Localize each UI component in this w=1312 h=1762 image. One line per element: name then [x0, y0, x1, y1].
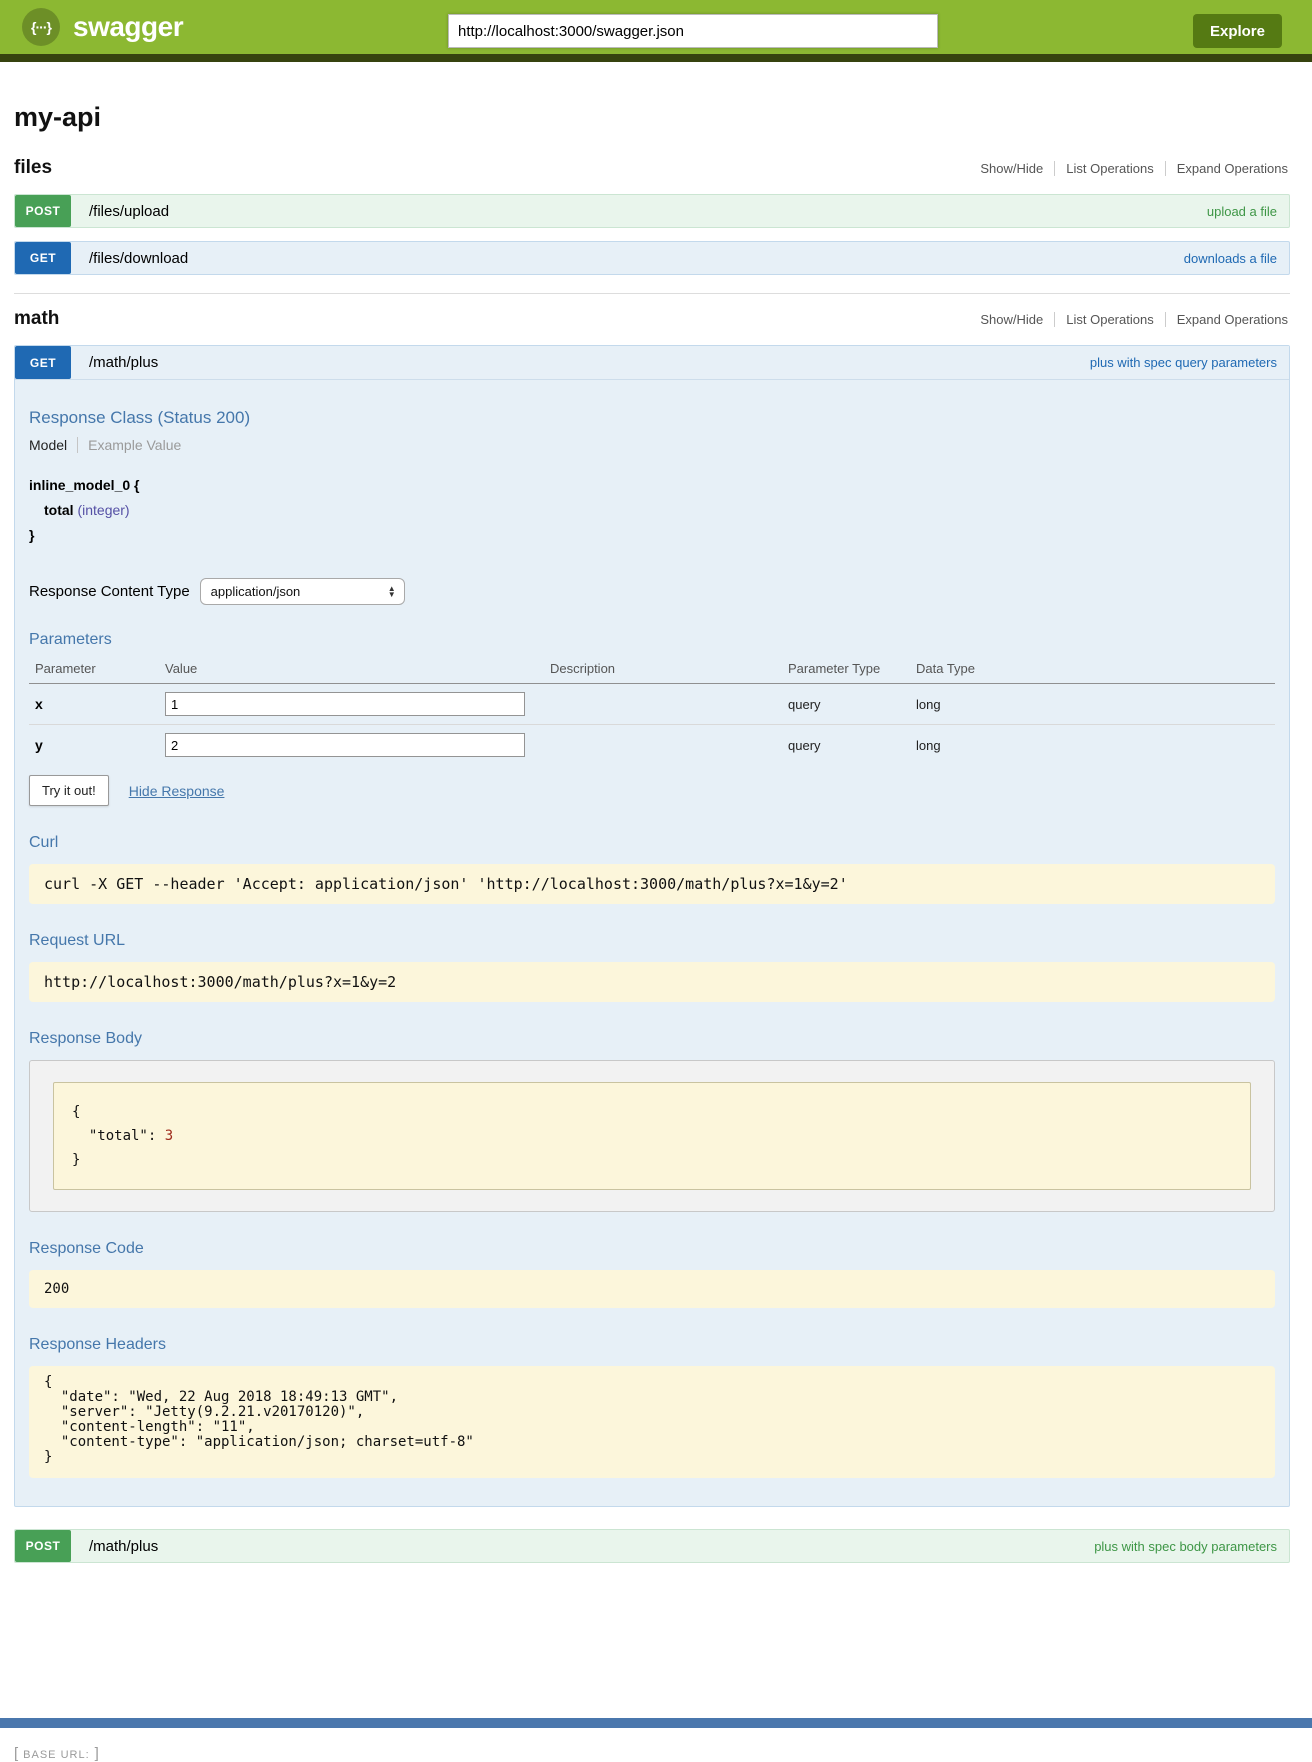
json-number-value: 3 [165, 1128, 173, 1144]
response-code-value: 200 [29, 1270, 1275, 1308]
parameters-heading: Parameters [29, 631, 1275, 649]
param-type: query [782, 684, 910, 725]
response-body-container: { "total": 3 } [29, 1060, 1275, 1212]
response-content-type-label: Response Content Type [29, 583, 190, 600]
bracket-close: ] [95, 1745, 99, 1762]
response-headers-heading: Response Headers [29, 1336, 1275, 1354]
param-type: query [782, 725, 910, 766]
curl-command: curl -X GET --header 'Accept: applicatio… [29, 864, 1275, 904]
method-badge-post: POST [15, 195, 71, 227]
model-close-line: } [29, 523, 1275, 548]
hide-response-link[interactable]: Hide Response [129, 783, 225, 799]
section-divider [14, 293, 1290, 294]
endpoint-summary-link[interactable]: plus with spec query parameters [1090, 355, 1277, 370]
param-x-input[interactable] [165, 692, 525, 716]
method-badge-get: GET [15, 346, 71, 379]
endpoint-row-post-math-plus[interactable]: POST /math/plus plus with spec body para… [14, 1529, 1290, 1563]
col-data-type: Data Type [910, 655, 1275, 684]
selected-content-type: application/json [211, 584, 301, 599]
page-title: my-api [14, 102, 1290, 133]
model-tabs: Model Example Value [29, 437, 1275, 453]
json-suffix: } [72, 1152, 80, 1168]
operation-detail: Response Class (Status 200) Model Exampl… [15, 408, 1289, 1506]
method-badge-get: GET [15, 242, 71, 274]
endpoint-path[interactable]: /files/upload [89, 203, 169, 220]
model-open-line: inline_model_0 { [29, 473, 1275, 498]
try-it-out-row: Try it out! Hide Response [29, 775, 1275, 806]
select-arrows-icon: ▲▼ [388, 586, 396, 598]
section-title-math[interactable]: math [14, 308, 59, 330]
endpoint-path[interactable]: /math/plus [89, 1538, 158, 1555]
section-head-math: math Show/Hide List Operations Expand Op… [14, 308, 1290, 330]
response-headers-json: { "date": "Wed, 22 Aug 2018 18:49:13 GMT… [29, 1366, 1275, 1478]
response-content-type-select[interactable]: application/json ▲▼ [200, 578, 405, 605]
col-value: Value [159, 655, 544, 684]
endpoint-summary-link[interactable]: plus with spec body parameters [1094, 1539, 1277, 1554]
endpoint-row-post-files-upload[interactable]: POST /files/upload upload a file [14, 194, 1290, 228]
bottom-bar [0, 1718, 1312, 1728]
parameters-table: Parameter Value Description Parameter Ty… [29, 655, 1275, 765]
swagger-logo-icon: {···} [22, 8, 60, 46]
parameters-header-row: Parameter Value Description Parameter Ty… [29, 655, 1275, 684]
response-class-heading: Response Class (Status 200) [29, 408, 1275, 428]
base-url-footer: [ BASE URL: ] [14, 1745, 1290, 1762]
col-parameter: Parameter [29, 655, 159, 684]
section-controls: Show/Hide List Operations Expand Operati… [969, 161, 1290, 176]
expanded-operation-get-math-plus: GET /math/plus plus with spec query para… [14, 345, 1290, 1507]
spec-url-input[interactable] [448, 14, 938, 48]
method-badge-post: POST [15, 1530, 71, 1562]
try-it-out-button[interactable]: Try it out! [29, 775, 109, 806]
json-prefix: { "total": [72, 1104, 165, 1144]
section-title-files[interactable]: files [14, 157, 52, 179]
brand-title: swagger [73, 11, 183, 43]
col-parameter-type: Parameter Type [782, 655, 910, 684]
param-data-type: long [910, 684, 1275, 725]
section-head-files: files Show/Hide List Operations Expand O… [14, 157, 1290, 179]
endpoint-summary-link[interactable]: upload a file [1207, 204, 1277, 219]
param-name: y [29, 725, 159, 766]
section-controls: Show/Hide List Operations Expand Operati… [969, 312, 1290, 327]
param-description [544, 684, 782, 725]
list-operations-link[interactable]: List Operations [1055, 161, 1165, 176]
endpoint-summary-link[interactable]: downloads a file [1184, 251, 1277, 266]
expand-operations-link[interactable]: Expand Operations [1166, 161, 1290, 176]
explore-button[interactable]: Explore [1193, 14, 1282, 48]
request-url-heading: Request URL [29, 932, 1275, 950]
property-name: total [44, 502, 74, 518]
response-code-heading: Response Code [29, 1240, 1275, 1258]
request-url-value: http://localhost:3000/math/plus?x=1&y=2 [29, 962, 1275, 1002]
expand-operations-link[interactable]: Expand Operations [1166, 312, 1290, 327]
bracket-open: [ [14, 1745, 18, 1762]
param-y-input[interactable] [165, 733, 525, 757]
show-hide-link[interactable]: Show/Hide [969, 312, 1055, 327]
curl-heading: Curl [29, 834, 1275, 852]
endpoint-row-get-math-plus[interactable]: GET /math/plus plus with spec query para… [15, 346, 1289, 380]
show-hide-link[interactable]: Show/Hide [969, 161, 1055, 176]
list-operations-link[interactable]: List Operations [1055, 312, 1165, 327]
model-signature: inline_model_0 { total (integer) } [29, 473, 1275, 548]
property-type: (integer) [77, 502, 129, 518]
main-content: my-api files Show/Hide List Operations E… [0, 102, 1312, 1762]
parameter-row-x: x query long [29, 684, 1275, 725]
endpoint-path[interactable]: /math/plus [89, 354, 158, 371]
curly-braces-glyph: {···} [31, 19, 51, 35]
response-content-type-row: Response Content Type application/json ▲… [29, 578, 1275, 605]
param-data-type: long [910, 725, 1275, 766]
col-description: Description [544, 655, 782, 684]
base-url-label: BASE URL: [23, 1747, 89, 1761]
response-body-heading: Response Body [29, 1030, 1275, 1048]
tab-example-value[interactable]: Example Value [78, 437, 181, 453]
model-property-line: total (integer) [29, 498, 1275, 523]
tab-model[interactable]: Model [29, 437, 78, 453]
endpoint-row-get-files-download[interactable]: GET /files/download downloads a file [14, 241, 1290, 275]
param-name: x [29, 684, 159, 725]
param-description [544, 725, 782, 766]
endpoint-path[interactable]: /files/download [89, 250, 188, 267]
parameter-row-y: y query long [29, 725, 1275, 766]
response-body-json: { "total": 3 } [53, 1082, 1251, 1190]
header-bar: {···} swagger Explore [0, 0, 1312, 62]
